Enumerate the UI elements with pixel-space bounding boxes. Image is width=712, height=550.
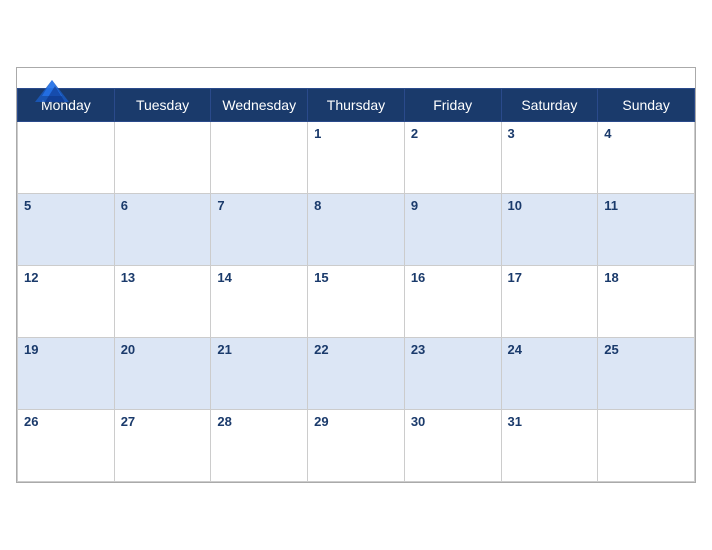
calendar-cell: 30 [404,410,501,482]
calendar-cell: 20 [114,338,211,410]
day-number: 12 [24,270,38,285]
day-number: 16 [411,270,425,285]
calendar-cell: 21 [211,338,308,410]
day-number: 14 [217,270,231,285]
day-number: 23 [411,342,425,357]
calendar-week-row: 12 13 14 15 16 17 18 [18,266,695,338]
day-number: 17 [508,270,522,285]
calendar-cell: 22 [308,338,405,410]
weekday-header-saturday: Saturday [501,89,598,122]
day-number: 18 [604,270,618,285]
calendar-cell: 7 [211,194,308,266]
calendar-cell: 15 [308,266,405,338]
calendar-cell: 16 [404,266,501,338]
day-number: 6 [121,198,128,213]
calendar-week-row: 26 27 28 29 30 31 [18,410,695,482]
calendar-week-row: 5 6 7 8 9 10 11 [18,194,695,266]
calendar-cell: 28 [211,410,308,482]
day-number: 29 [314,414,328,429]
calendar-cell: 24 [501,338,598,410]
weekday-header-thursday: Thursday [308,89,405,122]
calendar-cell: 11 [598,194,695,266]
day-number: 28 [217,414,231,429]
calendar-cell: 13 [114,266,211,338]
day-number: 2 [411,126,418,141]
weekday-header-tuesday: Tuesday [114,89,211,122]
day-number: 7 [217,198,224,213]
day-number: 5 [24,198,31,213]
calendar-cell: 3 [501,122,598,194]
day-number: 8 [314,198,321,213]
calendar-cell: 17 [501,266,598,338]
day-number: 26 [24,414,38,429]
calendar-cell: 8 [308,194,405,266]
calendar-cell: 29 [308,410,405,482]
brand-logo-area [33,76,71,106]
calendar-cell: 31 [501,410,598,482]
calendar-cell: 2 [404,122,501,194]
day-number: 1 [314,126,321,141]
day-number: 11 [604,198,618,213]
day-number: 30 [411,414,425,429]
calendar-cell: 25 [598,338,695,410]
calendar-cell [598,410,695,482]
day-number: 24 [508,342,522,357]
weekday-header-row: MondayTuesdayWednesdayThursdayFridaySatu… [18,89,695,122]
day-number: 22 [314,342,328,357]
calendar-cell: 19 [18,338,115,410]
weekday-header-wednesday: Wednesday [211,89,308,122]
calendar-cell: 9 [404,194,501,266]
calendar-cell: 18 [598,266,695,338]
calendar-week-row: 19 20 21 22 23 24 25 [18,338,695,410]
calendar-cell: 27 [114,410,211,482]
day-number: 27 [121,414,135,429]
calendar-header [17,68,695,88]
calendar-week-row: 1 2 3 4 [18,122,695,194]
calendar-cell [18,122,115,194]
calendar-cell [211,122,308,194]
calendar-cell: 14 [211,266,308,338]
calendar-cell: 26 [18,410,115,482]
calendar-grid: MondayTuesdayWednesdayThursdayFridaySatu… [17,88,695,482]
calendar-cell: 10 [501,194,598,266]
day-number: 31 [508,414,522,429]
day-number: 20 [121,342,135,357]
day-number: 10 [508,198,522,213]
calendar-cell: 23 [404,338,501,410]
day-number: 13 [121,270,135,285]
calendar-wrapper: MondayTuesdayWednesdayThursdayFridaySatu… [16,67,696,483]
weekday-header-friday: Friday [404,89,501,122]
calendar-cell: 6 [114,194,211,266]
weekday-header-sunday: Sunday [598,89,695,122]
day-number: 3 [508,126,515,141]
day-number: 15 [314,270,328,285]
calendar-cell: 4 [598,122,695,194]
day-number: 21 [217,342,231,357]
day-number: 19 [24,342,38,357]
calendar-cell [114,122,211,194]
day-number: 4 [604,126,611,141]
day-number: 25 [604,342,618,357]
calendar-cell: 1 [308,122,405,194]
day-number: 9 [411,198,418,213]
calendar-cell: 12 [18,266,115,338]
calendar-cell: 5 [18,194,115,266]
